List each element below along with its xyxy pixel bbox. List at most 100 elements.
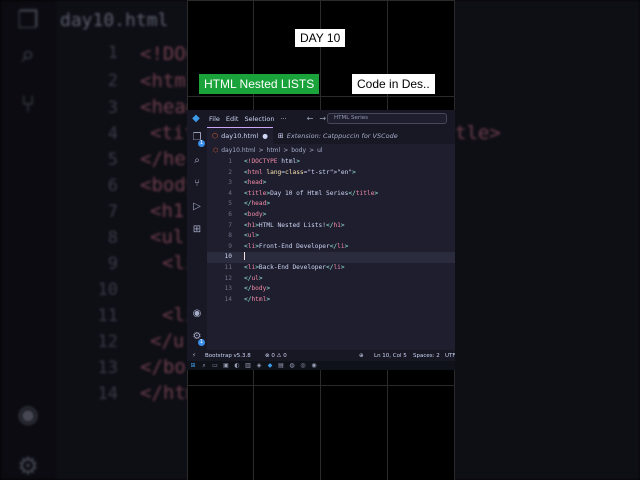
menu-file[interactable]: File — [209, 115, 220, 123]
forward-arrow-icon[interactable]: → — [319, 114, 326, 123]
line-number: 13 — [224, 285, 232, 293]
code-text[interactable]: <html lang=class="t-str">"en"> — [244, 168, 356, 179]
extension-icon: ⊞ — [277, 131, 284, 140]
line-number: 2 — [228, 168, 232, 176]
code-line[interactable]: 9 <li>Front-End Developer</li> — [207, 242, 455, 253]
task-view-icon[interactable]: ▭ — [211, 362, 219, 370]
code-line[interactable]: 8 <ul> — [207, 231, 455, 242]
windows-start-icon[interactable]: ⊞ — [189, 362, 197, 370]
code-line[interactable]: 11 <li>Back-End Developer</li> — [207, 263, 455, 274]
code-line[interactable]: 2 <html lang=class="t-str">"en"> — [207, 168, 455, 179]
breadcrumb-file[interactable]: day10.html — [221, 147, 255, 154]
title-bar: ◆ File Edit Selection ··· ← → HTML Serie… — [187, 110, 455, 127]
code-text[interactable]: <h1>HTML Nested Lists!</h1> — [244, 221, 345, 232]
line-number: 9 — [228, 242, 232, 250]
code-text[interactable]: <li>Back-End Developer</li> — [244, 263, 345, 274]
code-line[interactable]: 4 <title>Day 10 of Html Series</title> — [207, 189, 455, 200]
background-code-line: <h1 — [150, 200, 185, 222]
run-debug-icon[interactable]: ▷ — [190, 200, 204, 214]
activity-bar: ❐ 1 ⌕ ⑂ ▷ ⊞ ◉ ⚙ 1 — [187, 127, 207, 360]
background-line-number: 5 — [107, 150, 118, 170]
menu-more[interactable]: ··· — [280, 115, 286, 123]
background-files-icon: ❐ — [17, 6, 39, 34]
explorer-badge: 1 — [198, 140, 205, 147]
search-icon[interactable]: ⌕ — [190, 154, 204, 168]
day-label: DAY 10 — [295, 29, 346, 47]
code-text[interactable]: <title>Day 10 of Html Series</title> — [244, 189, 378, 200]
taskbar-app-icon[interactable]: ◍ — [288, 362, 296, 370]
background-line-number: 3 — [107, 98, 118, 118]
code-line[interactable]: 1 <!DOCTYPE html> — [207, 157, 455, 168]
vscode-logo-icon: ◆ — [192, 112, 200, 124]
code-text[interactable]: <head> — [244, 178, 266, 189]
grid-line — [187, 0, 455, 1]
tab-bar: ⬡ day10.html ● ⊞ Extension: Catppuccin f… — [207, 127, 455, 144]
background-tab-label: day10.html — [60, 10, 169, 31]
back-arrow-icon[interactable]: ← — [307, 114, 314, 123]
code-text[interactable]: </head> — [244, 199, 270, 210]
code-line[interactable]: 6 <body> — [207, 210, 455, 221]
code-line[interactable]: 12 </ul> — [207, 274, 455, 285]
html5-icon: ⬡ — [213, 146, 219, 154]
taskbar-app-icon[interactable]: ◈ — [255, 362, 263, 370]
background-line-number: 13 — [97, 358, 118, 378]
breadcrumb-html[interactable]: html — [267, 147, 281, 154]
source-control-icon[interactable]: ⑂ — [190, 177, 204, 191]
extensions-icon[interactable]: ⊞ — [190, 223, 204, 237]
code-text[interactable]: <!DOCTYPE html> — [244, 157, 300, 168]
code-line[interactable]: 3 <head> — [207, 178, 455, 189]
video-frame: ❐ ⌕ ⑂ ◉ ⚙ day10.html 1 2 3 4 5 6 7 8 9 1… — [0, 0, 640, 480]
code-text[interactable]: <body> — [244, 210, 266, 221]
background-gear-icon: ⚙ — [17, 452, 39, 480]
taskbar-app-icon[interactable]: ▤ — [277, 362, 285, 370]
code-line[interactable]: 7 <h1>HTML Nested Lists!</h1> — [207, 221, 455, 232]
code-text[interactable]: <ul> — [244, 231, 259, 242]
background-line-number: 1 — [107, 43, 118, 63]
command-center[interactable]: HTML Series — [327, 113, 447, 124]
line-number: 5 — [228, 200, 232, 208]
line-number: 6 — [228, 211, 232, 218]
line-number: 4 — [228, 189, 232, 197]
background-line-number: 2 — [107, 71, 118, 91]
background-code-line: </bo — [140, 356, 186, 378]
taskbar-app-icon[interactable]: ◐ — [233, 362, 241, 370]
background-line-number: 7 — [107, 202, 118, 222]
taskbar-app-icon[interactable]: ◎ — [299, 362, 307, 370]
code-editor[interactable]: 1 <!DOCTYPE html> 2 <html lang=class="t-str… — [207, 157, 455, 353]
code-text[interactable]: </html> — [244, 295, 270, 306]
line-number: 11 — [224, 264, 232, 271]
code-text[interactable] — [244, 252, 245, 263]
line-number: 1 — [228, 158, 232, 165]
html5-icon: ⬡ — [212, 132, 219, 140]
background-line-number: 4 — [107, 124, 118, 144]
breadcrumb-ul[interactable]: ul — [317, 147, 322, 154]
taskbar-vscode-icon[interactable]: ◆ — [266, 362, 274, 370]
breadcrumb: ⬡ day10.html > html > body > ul — [207, 144, 455, 156]
breadcrumb-separator: > — [309, 146, 315, 154]
background-line-number: 12 — [97, 332, 118, 352]
code-text[interactable]: </body> — [244, 284, 270, 295]
background-line-number: 9 — [107, 254, 118, 274]
background-account-icon: ◉ — [17, 400, 39, 428]
tab-day10-html[interactable]: ⬡ day10.html ● — [207, 127, 273, 144]
unsaved-dot-icon[interactable]: ● — [262, 132, 268, 140]
code-line[interactable]: 13 </body> — [207, 284, 455, 295]
code-line[interactable]: 10 — [207, 252, 455, 263]
vscode-window: ◆ File Edit Selection ··· ← → HTML Serie… — [187, 110, 455, 370]
tab-label: Extension: Catppuccin for VSCode — [286, 131, 398, 140]
account-icon[interactable]: ◉ — [190, 307, 204, 321]
code-text[interactable]: <li>Front-End Developer</li> — [244, 242, 348, 253]
taskbar-search-icon[interactable]: ⌕ — [200, 362, 208, 370]
breadcrumb-body[interactable]: body — [291, 147, 306, 154]
tab-extension-catppuccin[interactable]: ⊞ Extension: Catppuccin for VSCode — [273, 127, 403, 144]
background-line-number: 8 — [107, 228, 118, 248]
code-text[interactable]: </ul> — [244, 274, 263, 285]
line-number: 10 — [224, 253, 232, 261]
taskbar-app-icon[interactable]: ▣ — [222, 362, 230, 370]
code-line[interactable]: 5 </head> — [207, 199, 455, 210]
menu-selection[interactable]: Selection — [244, 115, 274, 123]
taskbar-app-icon[interactable]: ◉ — [310, 362, 318, 370]
menu-edit[interactable]: Edit — [226, 115, 239, 123]
code-line[interactable]: 14 </html> — [207, 295, 455, 306]
taskbar-app-icon[interactable]: ▥ — [244, 362, 252, 370]
